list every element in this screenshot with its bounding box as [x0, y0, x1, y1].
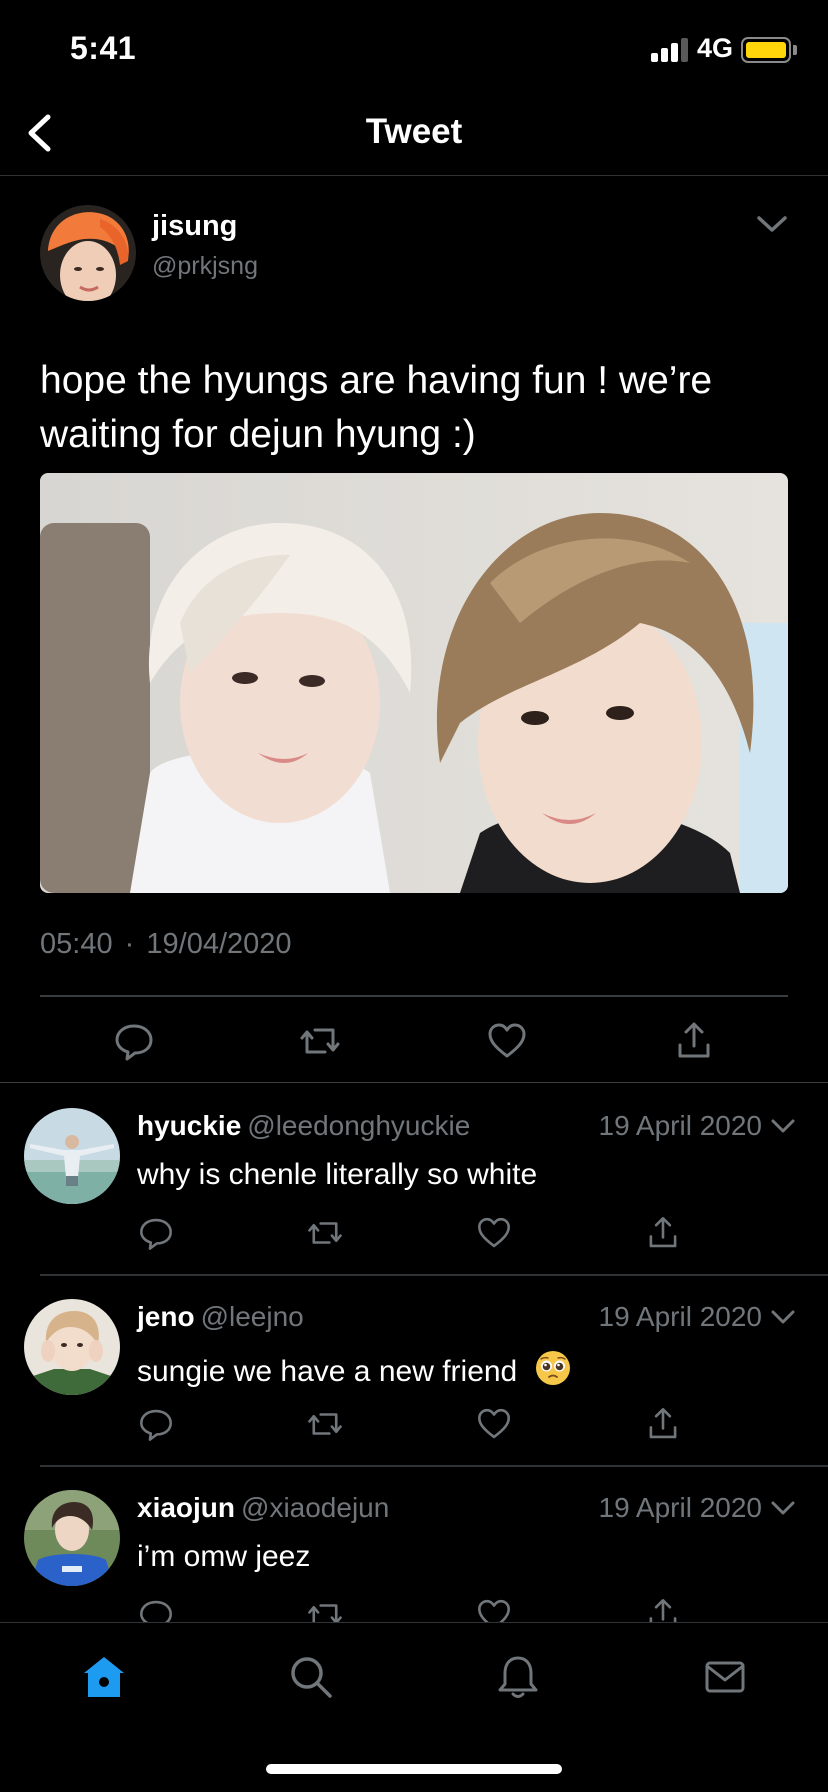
network-type: 4G [697, 33, 734, 63]
share-icon [649, 1408, 677, 1439]
tab-notifications[interactable] [494, 1653, 542, 1701]
tweet-time: 05:40 [40, 928, 113, 960]
search-icon [291, 1657, 332, 1698]
retweet-button[interactable] [298, 1019, 342, 1063]
bell-icon [498, 1656, 538, 1698]
status-time: 5:41 [70, 30, 137, 66]
retweet-button[interactable] [306, 1214, 344, 1252]
avatar[interactable] [40, 205, 136, 301]
reply-date: 19 April 2020 [598, 1110, 762, 1141]
reply-author-handle: @xiaodejun [241, 1492, 390, 1523]
share-icon [649, 1599, 677, 1622]
like-button[interactable] [475, 1405, 513, 1443]
reply-options-button[interactable] [768, 1496, 798, 1520]
heart-icon [478, 1217, 510, 1248]
chevron-down-icon [771, 1119, 795, 1133]
divider [40, 995, 788, 997]
tab-messages[interactable] [701, 1653, 749, 1701]
reply-icon [140, 1409, 172, 1441]
tweet-photo[interactable] [40, 473, 788, 893]
tab-home[interactable] [80, 1653, 128, 1701]
share-button[interactable] [672, 1019, 716, 1063]
reply-item[interactable]: hyuckie @leedonghyuckie 19 April 2020 why… [0, 1084, 828, 1276]
reply-icon [140, 1600, 172, 1622]
heart-icon [478, 1599, 510, 1622]
reply-options-button[interactable] [768, 1114, 798, 1138]
retweet-icon [300, 1028, 340, 1054]
like-button[interactable] [485, 1019, 529, 1063]
retweet-icon [308, 1604, 342, 1622]
reply-author[interactable]: hyuckie @leedonghyuckie [137, 1110, 470, 1142]
reply-icon [115, 1024, 153, 1061]
heart-icon [488, 1023, 526, 1058]
reply-avatar[interactable] [24, 1108, 120, 1204]
retweet-icon [308, 1413, 342, 1435]
reply-author[interactable]: jeno @leejno [137, 1301, 304, 1333]
mail-icon [705, 1661, 745, 1693]
reply-actions [0, 1214, 828, 1254]
heart-icon [478, 1408, 510, 1439]
like-button[interactable] [475, 1596, 513, 1622]
reply-author-name: xiaojun [137, 1492, 236, 1523]
reply-text-content: why is chenle literally so white [137, 1158, 538, 1191]
reply-text-content: i’m omw jeez [137, 1540, 311, 1573]
reply-avatar[interactable] [24, 1299, 120, 1395]
author-name[interactable]: jisung [152, 210, 237, 243]
reply-actions [0, 1405, 828, 1445]
reply-author-name: jeno [137, 1301, 195, 1332]
author-handle[interactable]: @prkjsng [152, 252, 258, 281]
share-icon [649, 1217, 677, 1248]
reply-item[interactable]: xiaojun @xiaodejun 19 April 2020 i’m omw … [0, 1466, 828, 1622]
retweet-icon [308, 1222, 342, 1244]
signal-icon [651, 38, 691, 62]
header: Tweet [0, 100, 828, 176]
home-indicator [266, 1764, 562, 1774]
reply-text: why is chenle literally so white [137, 1158, 537, 1192]
reply-icon [140, 1218, 172, 1250]
reply-date: 19 April 2020 [598, 1492, 762, 1523]
reply-author-handle: @leejno [200, 1301, 304, 1332]
tweet-text: hope the hyungs are having fun ! we’re w… [40, 359, 713, 456]
reply-text-content: sungie we have a new friend [137, 1355, 518, 1388]
tab-search[interactable] [287, 1653, 335, 1701]
reply-author-name: hyuckie [137, 1110, 242, 1141]
reply-options-button[interactable] [768, 1305, 798, 1329]
share-icon [678, 1022, 710, 1058]
reply-button[interactable] [137, 1214, 175, 1252]
reply-button[interactable] [112, 1019, 156, 1063]
tweet-timestamp: 05:40 · 19/04/2020 [40, 928, 292, 961]
like-button[interactable] [475, 1214, 513, 1252]
tweet-actions [0, 1019, 828, 1069]
reply-author-handle: @leedonghyuckie [247, 1110, 471, 1141]
share-button[interactable] [644, 1596, 682, 1622]
reply-button[interactable] [137, 1596, 175, 1622]
page-title: Tweet [365, 112, 463, 151]
reply-text: sungie we have a new friend 🥺 [137, 1349, 572, 1389]
home-icon [84, 1657, 124, 1697]
chevron-down-icon [757, 216, 787, 232]
reply-item[interactable]: jeno @leejno 19 April 2020 sungie we have… [0, 1275, 828, 1467]
battery-icon [741, 37, 791, 63]
retweet-button[interactable] [306, 1405, 344, 1443]
reply-author[interactable]: xiaojun @xiaodejun [137, 1492, 389, 1524]
reply-text: i’m omw jeez [137, 1540, 310, 1574]
reply-actions [0, 1596, 828, 1622]
chevron-down-icon [771, 1310, 795, 1324]
reply-date: 19 April 2020 [598, 1301, 762, 1332]
tweet-date: 19/04/2020 [146, 928, 292, 960]
tweet-options-button[interactable] [754, 209, 790, 239]
reply-avatar[interactable] [24, 1490, 120, 1586]
status-bar: 5:41 4G [0, 0, 828, 100]
battery-nub [793, 45, 797, 55]
retweet-button[interactable] [306, 1596, 344, 1622]
reply-button[interactable] [137, 1405, 175, 1443]
main-tweet: jisung @prkjsng hope the hyungs are havi… [0, 177, 828, 1083]
chevron-down-icon [771, 1501, 795, 1515]
meta-separator: · [124, 928, 135, 960]
share-button[interactable] [644, 1214, 682, 1252]
pleading-face-emoji [534, 1349, 572, 1387]
share-button[interactable] [644, 1405, 682, 1443]
